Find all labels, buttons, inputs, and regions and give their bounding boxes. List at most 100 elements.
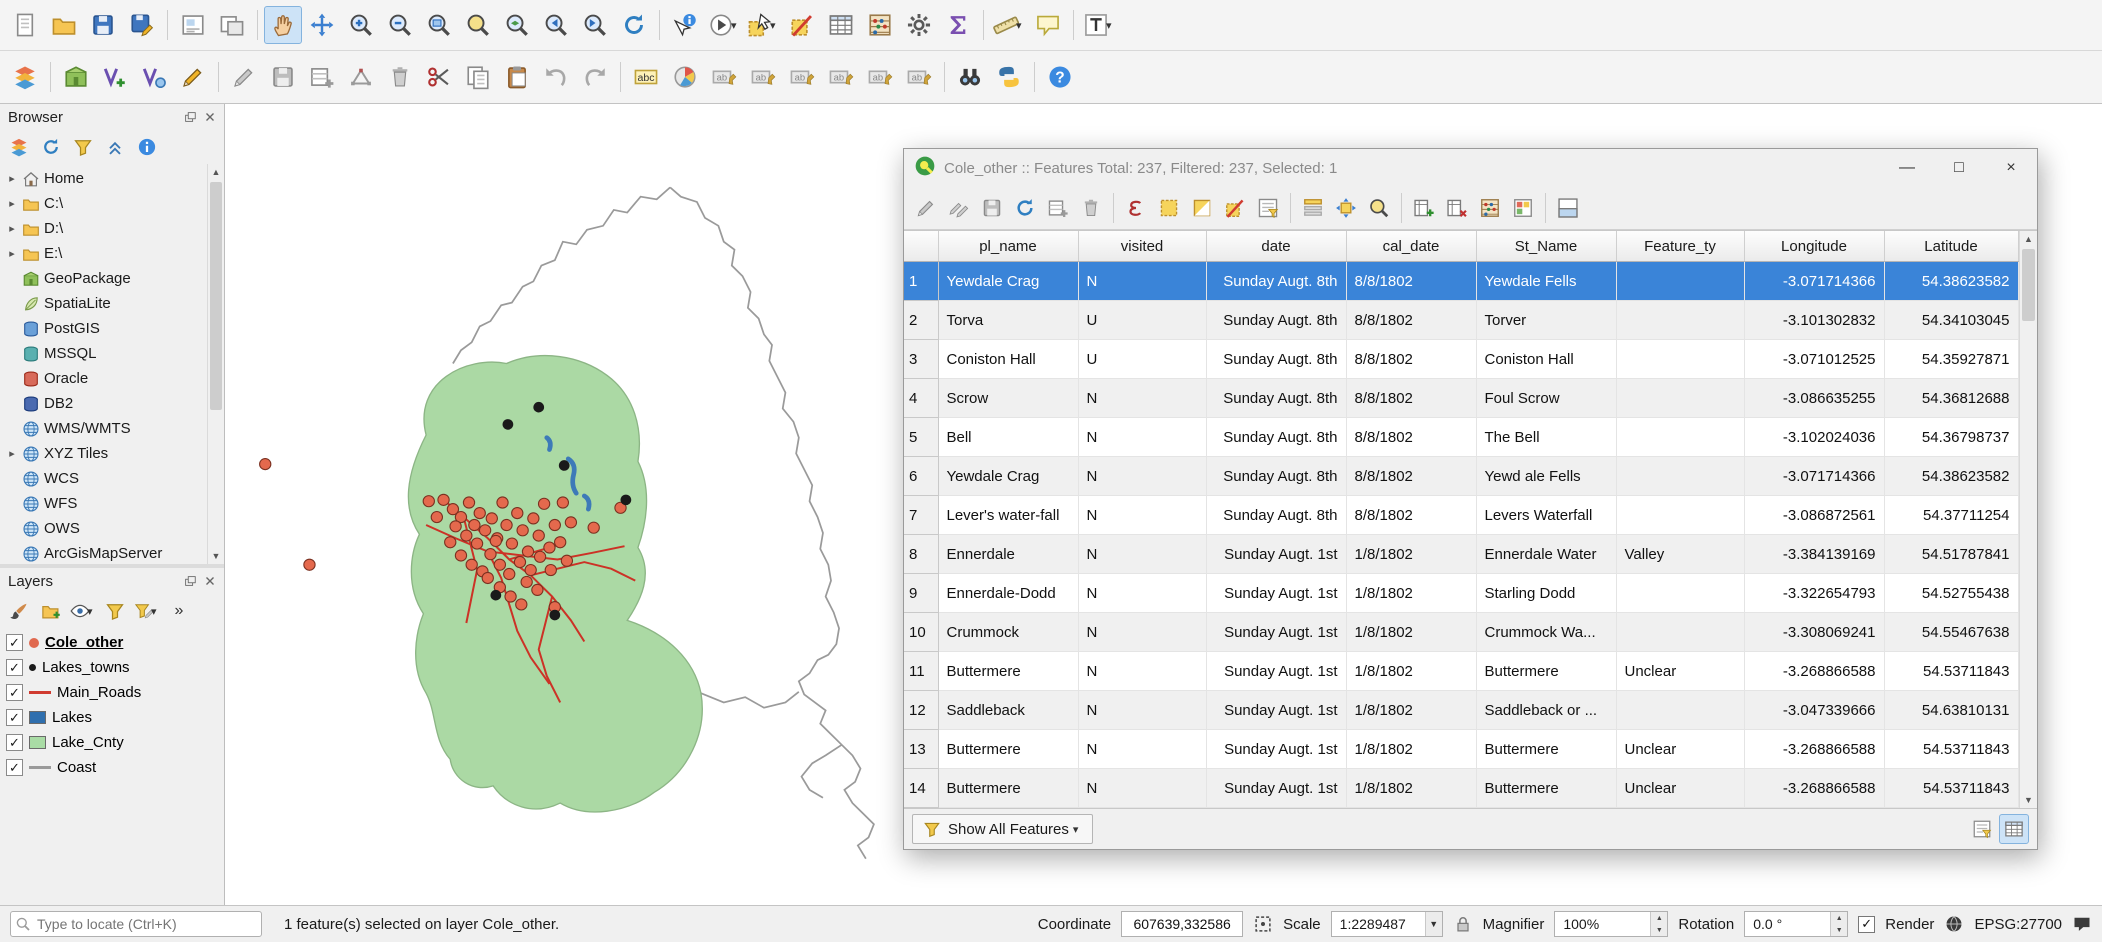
cell-Longitude[interactable]: -3.071714366 (1744, 262, 1884, 301)
deselect-all-button[interactable] (1219, 192, 1251, 224)
cell-visited[interactable]: N (1078, 535, 1206, 574)
dropdown-caret-icon[interactable]: ▾ (151, 605, 160, 618)
row-number-cell[interactable]: 5 (904, 418, 938, 457)
row-number-cell[interactable]: 6 (904, 457, 938, 496)
reload-table-button[interactable] (1009, 192, 1041, 224)
cell-Longitude[interactable]: -3.384139169 (1744, 535, 1884, 574)
cell-St_Name[interactable]: Coniston Hall (1476, 340, 1616, 379)
undo-button[interactable] (537, 58, 575, 96)
browser-item-postgis[interactable]: PostGIS (2, 316, 208, 341)
cell-Feature_ty[interactable] (1616, 496, 1744, 535)
select-all-button[interactable] (1153, 192, 1185, 224)
cell-Latitude[interactable]: 54.51787841 (1884, 535, 2018, 574)
cell-St_Name[interactable]: Buttermere (1476, 652, 1616, 691)
cell-date[interactable]: Sunday Augt. 8th (1206, 340, 1346, 379)
crs-label[interactable]: EPSG:27700 (1974, 916, 2062, 933)
scale-combo[interactable]: 1:2289487 ▼ (1331, 911, 1443, 937)
browser-item-xyz-tiles[interactable]: ▸XYZ Tiles (2, 441, 208, 466)
measure-line-button[interactable]: ▾ (990, 6, 1028, 44)
new-print-layout-button[interactable] (174, 6, 212, 44)
spin-down-icon[interactable]: ▼ (1831, 924, 1847, 936)
cell-Latitude[interactable]: 54.37711254 (1884, 496, 2018, 535)
cell-cal_date[interactable]: 1/8/1802 (1346, 652, 1476, 691)
layer-visibility-checkbox[interactable]: ✓ (6, 734, 23, 751)
expand-arrow-icon[interactable]: ▸ (6, 222, 18, 235)
locate-input[interactable] (10, 911, 262, 937)
cell-cal_date[interactable]: 1/8/1802 (1346, 730, 1476, 769)
layer-item-lakes-towns[interactable]: ✓Lakes_towns (0, 655, 224, 680)
dock-attribute-table-button[interactable] (1552, 192, 1584, 224)
select-features-button[interactable]: ▾ (744, 6, 782, 44)
table-row[interactable]: 4ScrowNSunday Augt. 8th8/8/1802Foul Scro… (904, 379, 2018, 418)
layers-close-button[interactable] (200, 571, 220, 591)
cell-pl_name[interactable]: Scrow (938, 379, 1078, 418)
cell-cal_date[interactable]: 8/8/1802 (1346, 340, 1476, 379)
messages-icon[interactable] (2072, 914, 2092, 934)
cell-date[interactable]: Sunday Augt. 8th (1206, 496, 1346, 535)
close-button[interactable]: × (1989, 153, 2033, 183)
browser-item-db2[interactable]: DB2 (2, 391, 208, 416)
cell-Latitude[interactable]: 54.36812688 (1884, 379, 2018, 418)
cell-St_Name[interactable]: The Bell (1476, 418, 1616, 457)
table-row[interactable]: 6Yewdale CragNSunday Augt. 8th8/8/1802Ye… (904, 457, 2018, 496)
cell-date[interactable]: Sunday Augt. 1st (1206, 574, 1346, 613)
column-header-row-number[interactable] (904, 231, 938, 262)
cell-pl_name[interactable]: Coniston Hall (938, 340, 1078, 379)
browser-item-ows[interactable]: OWS (2, 516, 208, 541)
cell-Latitude[interactable]: 54.52755438 (1884, 574, 2018, 613)
filter-browser-button[interactable] (68, 132, 98, 162)
zoom-out-button[interactable] (381, 6, 419, 44)
lock-scale-icon[interactable] (1453, 914, 1473, 934)
cell-cal_date[interactable]: 1/8/1802 (1346, 769, 1476, 808)
zoom-next-button[interactable] (576, 6, 614, 44)
layer-item-coast[interactable]: ✓Coast (0, 755, 224, 780)
cell-date[interactable]: Sunday Augt. 1st (1206, 769, 1346, 808)
cell-St_Name[interactable]: Saddleback or ... (1476, 691, 1616, 730)
vertex-tool-button[interactable] (342, 58, 380, 96)
expand-arrow-icon[interactable]: ▸ (6, 197, 18, 210)
zoom-map-to-selection-button[interactable] (1363, 192, 1395, 224)
dropdown-caret-icon[interactable]: ▾ (1106, 19, 1115, 32)
cell-St_Name[interactable]: Ennerdale Water (1476, 535, 1616, 574)
row-number-cell[interactable]: 13 (904, 730, 938, 769)
browser-item-geopackage[interactable]: GeoPackage (2, 266, 208, 291)
browser-item-c[interactable]: ▸C:\ (2, 191, 208, 216)
cell-Longitude[interactable]: -3.268866588 (1744, 769, 1884, 808)
text-annotation-button[interactable]: ▾ (1080, 6, 1118, 44)
move-selection-to-top-button[interactable] (1297, 192, 1329, 224)
cell-Feature_ty[interactable]: Unclear (1616, 652, 1744, 691)
cell-visited[interactable]: N (1078, 496, 1206, 535)
new-temporary-scratch-layer-button[interactable] (174, 58, 212, 96)
cell-Latitude[interactable]: 54.35927871 (1884, 340, 2018, 379)
cell-Longitude[interactable]: -3.322654793 (1744, 574, 1884, 613)
add-selected-layers-button[interactable] (4, 132, 34, 162)
cell-visited[interactable]: N (1078, 730, 1206, 769)
open-data-source-manager-button[interactable] (6, 58, 44, 96)
toggle-editing-button[interactable] (225, 58, 263, 96)
cell-Latitude[interactable]: 54.53711843 (1884, 769, 2018, 808)
delete-field-button[interactable] (1441, 192, 1473, 224)
column-header-cal_date[interactable]: cal_date (1346, 231, 1476, 262)
column-header-visited[interactable]: visited (1078, 231, 1206, 262)
cell-Longitude[interactable]: -3.047339666 (1744, 691, 1884, 730)
scroll-track[interactable] (208, 180, 224, 548)
save-edits-button[interactable] (976, 192, 1008, 224)
add-feature-button[interactable] (303, 58, 341, 96)
cell-Latitude[interactable]: 54.38623582 (1884, 262, 2018, 301)
filter-by-expression-button[interactable]: ▾ (132, 596, 162, 626)
row-number-cell[interactable]: 12 (904, 691, 938, 730)
rotation-spinbox[interactable]: 0.0 ° ▲▼ (1744, 911, 1848, 937)
cell-date[interactable]: Sunday Augt. 8th (1206, 301, 1346, 340)
cell-St_Name[interactable]: Crummock Wa... (1476, 613, 1616, 652)
spin-up-icon[interactable]: ▲ (1831, 912, 1847, 924)
dropdown-caret-icon[interactable]: ▾ (1073, 823, 1082, 836)
row-number-cell[interactable]: 3 (904, 340, 938, 379)
dropdown-caret-icon[interactable]: ▾ (770, 19, 779, 32)
redo-button[interactable] (576, 58, 614, 96)
cell-pl_name[interactable]: Yewdale Crag (938, 262, 1078, 301)
layer-visibility-checkbox[interactable]: ✓ (6, 709, 23, 726)
processing-toolbox-button[interactable] (900, 6, 938, 44)
cell-Longitude[interactable]: -3.268866588 (1744, 730, 1884, 769)
expand-arrow-icon[interactable]: ▸ (6, 172, 18, 185)
cell-St_Name[interactable]: Buttermere (1476, 769, 1616, 808)
